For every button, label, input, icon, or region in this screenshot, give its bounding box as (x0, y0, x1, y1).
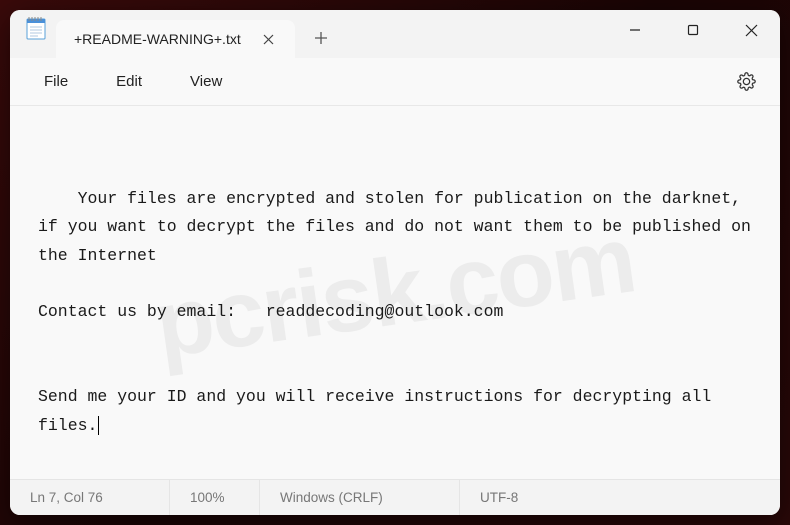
menubar: File Edit View (10, 58, 780, 106)
tab-title: +README-WARNING+.txt (74, 31, 241, 47)
gear-icon (737, 72, 756, 91)
close-icon (263, 34, 274, 45)
minimize-button[interactable] (606, 10, 664, 50)
status-line-ending[interactable]: Windows (CRLF) (260, 480, 460, 515)
settings-button[interactable] (730, 66, 762, 98)
text-caret (98, 416, 99, 435)
status-zoom[interactable]: 100% (170, 480, 260, 515)
text-editor-area[interactable]: pcrisk.com Your files are encrypted and … (10, 106, 780, 479)
close-window-button[interactable] (722, 10, 780, 50)
titlebar: +README-WARNING+.txt (10, 10, 780, 58)
status-encoding[interactable]: UTF-8 (460, 480, 780, 515)
statusbar: Ln 7, Col 76 100% Windows (CRLF) UTF-8 (10, 479, 780, 515)
active-tab[interactable]: +README-WARNING+.txt (56, 20, 295, 58)
notepad-app-icon (26, 16, 46, 40)
plus-icon (314, 31, 328, 45)
notepad-window: +README-WARNING+.txt (10, 10, 780, 515)
watermark: pcrisk.com (145, 178, 645, 407)
menu-edit[interactable]: Edit (96, 67, 162, 96)
maximize-icon (687, 24, 699, 36)
maximize-button[interactable] (664, 10, 722, 50)
menu-file[interactable]: File (24, 67, 88, 96)
status-cursor-position[interactable]: Ln 7, Col 76 (10, 480, 170, 515)
window-controls (606, 10, 780, 58)
new-tab-button[interactable] (303, 20, 339, 56)
tab-close-button[interactable] (255, 25, 283, 53)
close-icon (745, 24, 758, 37)
minimize-icon (629, 24, 641, 36)
menu-view[interactable]: View (170, 67, 242, 96)
document-text: Your files are encrypted and stolen for … (38, 189, 761, 435)
